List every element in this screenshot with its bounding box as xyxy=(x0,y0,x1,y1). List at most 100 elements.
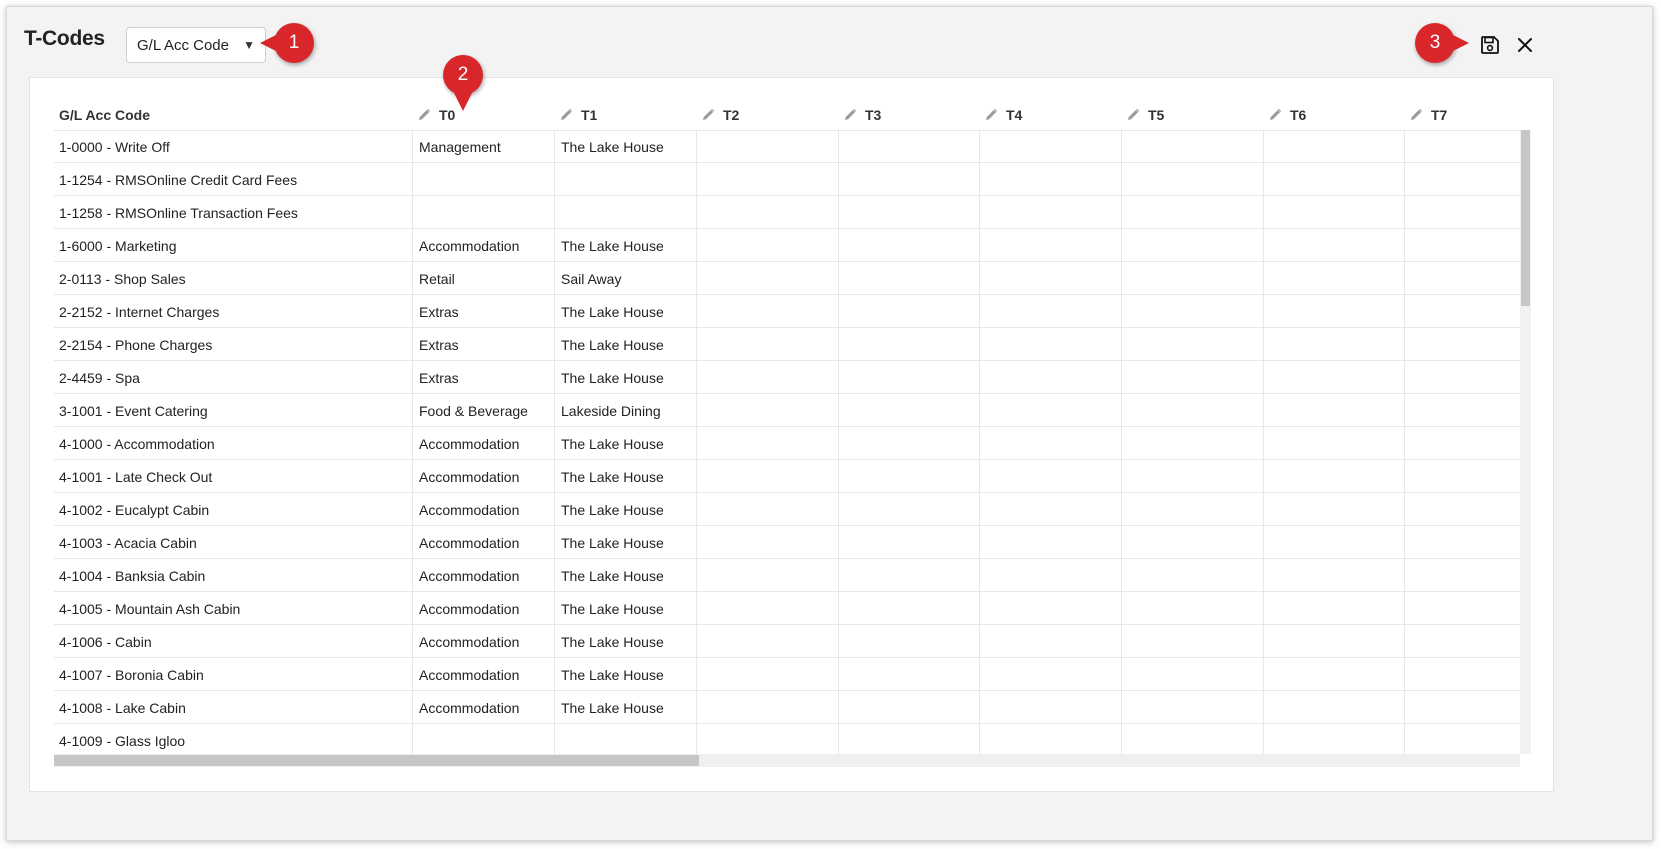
t2-cell[interactable] xyxy=(696,592,838,625)
t4-cell[interactable] xyxy=(979,130,1121,163)
t7-cell[interactable] xyxy=(1404,295,1520,328)
t2-cell[interactable] xyxy=(696,460,838,493)
t0-cell[interactable]: Accommodation xyxy=(412,526,554,559)
column-header-t1[interactable]: T1 xyxy=(554,100,696,130)
t7-cell[interactable] xyxy=(1404,460,1520,493)
t0-cell[interactable]: Management xyxy=(412,130,554,163)
pencil-icon[interactable] xyxy=(701,108,715,122)
t0-cell[interactable]: Extras xyxy=(412,295,554,328)
close-icon[interactable] xyxy=(1513,33,1537,57)
t5-cell[interactable] xyxy=(1121,262,1263,295)
t2-cell[interactable] xyxy=(696,130,838,163)
t7-cell[interactable] xyxy=(1404,328,1520,361)
t0-cell[interactable] xyxy=(412,724,554,757)
t0-cell[interactable]: Accommodation xyxy=(412,229,554,262)
t7-cell[interactable] xyxy=(1404,493,1520,526)
t4-cell[interactable] xyxy=(979,592,1121,625)
t3-cell[interactable] xyxy=(838,691,979,724)
t4-cell[interactable] xyxy=(979,691,1121,724)
table-row[interactable]: 4-1002 - Eucalypt Cabin Accommodation The … xyxy=(54,493,1520,526)
t7-cell[interactable] xyxy=(1404,130,1520,163)
t1-cell[interactable]: The Lake House xyxy=(554,691,696,724)
t7-cell[interactable] xyxy=(1404,196,1520,229)
table-row[interactable]: 2-2152 - Internet Charges Extras The Lake … xyxy=(54,295,1520,328)
t4-cell[interactable] xyxy=(979,163,1121,196)
t4-cell[interactable] xyxy=(979,658,1121,691)
t1-cell[interactable]: The Lake House xyxy=(554,361,696,394)
t4-cell[interactable] xyxy=(979,229,1121,262)
t5-cell[interactable] xyxy=(1121,196,1263,229)
t6-cell[interactable] xyxy=(1263,724,1404,757)
t6-cell[interactable] xyxy=(1263,427,1404,460)
t7-cell[interactable] xyxy=(1404,361,1520,394)
t7-cell[interactable] xyxy=(1404,691,1520,724)
t0-cell[interactable]: Accommodation xyxy=(412,559,554,592)
t2-cell[interactable] xyxy=(696,526,838,559)
t2-cell[interactable] xyxy=(696,361,838,394)
t1-cell[interactable]: The Lake House xyxy=(554,229,696,262)
t1-cell[interactable]: The Lake House xyxy=(554,592,696,625)
t4-cell[interactable] xyxy=(979,196,1121,229)
t4-cell[interactable] xyxy=(979,262,1121,295)
horizontal-scrollbar[interactable] xyxy=(54,754,1520,767)
t6-cell[interactable] xyxy=(1263,658,1404,691)
t2-cell[interactable] xyxy=(696,196,838,229)
t3-cell[interactable] xyxy=(838,427,979,460)
t7-cell[interactable] xyxy=(1404,229,1520,262)
t1-cell[interactable]: The Lake House xyxy=(554,526,696,559)
t6-cell[interactable] xyxy=(1263,460,1404,493)
column-header-t5[interactable]: T5 xyxy=(1121,100,1263,130)
horizontal-scrollbar-thumb[interactable] xyxy=(54,755,699,766)
table-row[interactable]: 2-2154 - Phone Charges Extras The Lake Hou… xyxy=(54,328,1520,361)
table-row[interactable]: 1-0000 - Write Off Management The Lake Hou… xyxy=(54,130,1520,163)
t3-cell[interactable] xyxy=(838,559,979,592)
t2-cell[interactable] xyxy=(696,394,838,427)
column-header-t6[interactable]: T6 xyxy=(1263,100,1404,130)
t3-cell[interactable] xyxy=(838,130,979,163)
t6-cell[interactable] xyxy=(1263,559,1404,592)
vertical-scrollbar-thumb[interactable] xyxy=(1521,130,1530,306)
t4-cell[interactable] xyxy=(979,493,1121,526)
t4-cell[interactable] xyxy=(979,427,1121,460)
t3-cell[interactable] xyxy=(838,526,979,559)
table-row[interactable]: 4-1001 - Late Check Out Accommodation The … xyxy=(54,460,1520,493)
t5-cell[interactable] xyxy=(1121,526,1263,559)
t6-cell[interactable] xyxy=(1263,625,1404,658)
t5-cell[interactable] xyxy=(1121,427,1263,460)
pencil-icon[interactable] xyxy=(1409,108,1423,122)
t7-cell[interactable] xyxy=(1404,559,1520,592)
t6-cell[interactable] xyxy=(1263,394,1404,427)
t6-cell[interactable] xyxy=(1263,493,1404,526)
t3-cell[interactable] xyxy=(838,658,979,691)
table-row[interactable]: 4-1008 - Lake Cabin Accommodation The Lake… xyxy=(54,691,1520,724)
t1-cell[interactable]: The Lake House xyxy=(554,130,696,163)
t0-cell[interactable]: Food & Beverage xyxy=(412,394,554,427)
t0-cell[interactable]: Accommodation xyxy=(412,691,554,724)
t5-cell[interactable] xyxy=(1121,493,1263,526)
t6-cell[interactable] xyxy=(1263,526,1404,559)
t4-cell[interactable] xyxy=(979,625,1121,658)
t1-cell[interactable]: The Lake House xyxy=(554,295,696,328)
t0-cell[interactable]: Accommodation xyxy=(412,493,554,526)
t1-cell[interactable]: The Lake House xyxy=(554,493,696,526)
t0-cell[interactable]: Accommodation xyxy=(412,658,554,691)
t7-cell[interactable] xyxy=(1404,394,1520,427)
t5-cell[interactable] xyxy=(1121,328,1263,361)
t6-cell[interactable] xyxy=(1263,229,1404,262)
column-header-t0[interactable]: T0 xyxy=(412,100,554,130)
grouping-select[interactable]: G/L Acc Code ▼ xyxy=(126,27,266,63)
t2-cell[interactable] xyxy=(696,724,838,757)
t2-cell[interactable] xyxy=(696,559,838,592)
t5-cell[interactable] xyxy=(1121,625,1263,658)
table-row[interactable]: 4-1006 - Cabin Accommodation The Lake Hous… xyxy=(54,625,1520,658)
t5-cell[interactable] xyxy=(1121,229,1263,262)
t3-cell[interactable] xyxy=(838,196,979,229)
t1-cell[interactable]: Sail Away xyxy=(554,262,696,295)
t1-cell[interactable]: The Lake House xyxy=(554,328,696,361)
t6-cell[interactable] xyxy=(1263,163,1404,196)
t5-cell[interactable] xyxy=(1121,724,1263,757)
t0-cell[interactable]: Accommodation xyxy=(412,592,554,625)
t3-cell[interactable] xyxy=(838,262,979,295)
t6-cell[interactable] xyxy=(1263,328,1404,361)
table-row[interactable]: 4-1007 - Boronia Cabin Accommodation The L… xyxy=(54,658,1520,691)
